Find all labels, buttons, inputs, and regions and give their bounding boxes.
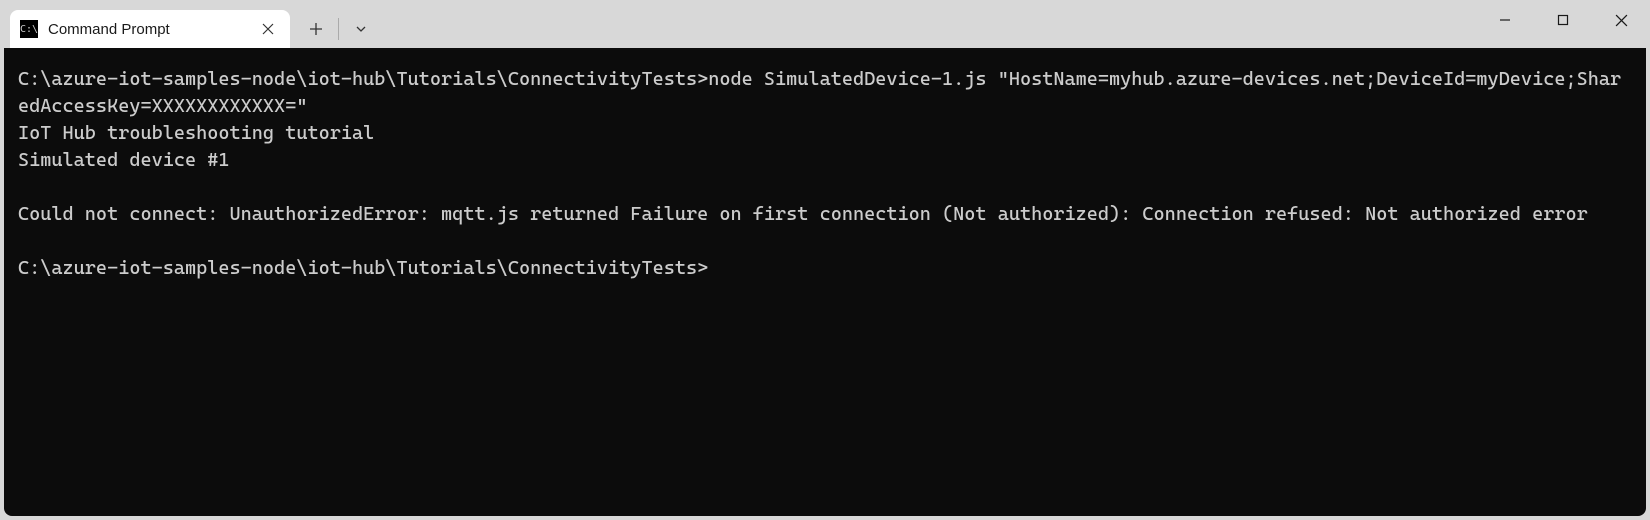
titlebar: C:\ Command Prompt bbox=[0, 0, 1650, 48]
minimize-icon bbox=[1499, 14, 1511, 26]
terminal-output[interactable]: C:\azure-iot-samples-node\iot-hub\Tutori… bbox=[4, 48, 1646, 516]
terminal-line: C:\azure-iot-samples-node\iot-hub\Tutori… bbox=[18, 255, 1632, 282]
maximize-icon bbox=[1557, 14, 1569, 26]
chevron-down-icon bbox=[355, 23, 367, 35]
tab-dropdown-button[interactable] bbox=[343, 13, 379, 45]
close-icon bbox=[1615, 14, 1628, 27]
window-controls bbox=[1476, 0, 1650, 40]
minimize-button[interactable] bbox=[1476, 0, 1534, 40]
terminal-window: C:\ Command Prompt bbox=[0, 0, 1650, 520]
terminal-line: IoT Hub troubleshooting tutorial bbox=[18, 120, 1632, 147]
terminal-line bbox=[18, 228, 1632, 255]
terminal-line: Simulated device #1 bbox=[18, 147, 1632, 174]
new-tab-button[interactable] bbox=[298, 13, 334, 45]
plus-icon bbox=[309, 22, 323, 36]
tab-command-prompt[interactable]: C:\ Command Prompt bbox=[10, 10, 290, 48]
terminal-line: C:\azure-iot-samples-node\iot-hub\Tutori… bbox=[18, 66, 1632, 120]
close-icon bbox=[262, 23, 274, 35]
tab-title: Command Prompt bbox=[48, 21, 248, 38]
tab-actions bbox=[290, 10, 387, 48]
cmd-icon: C:\ bbox=[20, 20, 38, 38]
close-window-button[interactable] bbox=[1592, 0, 1650, 40]
terminal-line bbox=[18, 174, 1632, 201]
terminal-line: Could not connect: UnauthorizedError: mq… bbox=[18, 201, 1632, 228]
divider bbox=[338, 18, 339, 40]
close-tab-button[interactable] bbox=[258, 19, 278, 39]
maximize-button[interactable] bbox=[1534, 0, 1592, 40]
